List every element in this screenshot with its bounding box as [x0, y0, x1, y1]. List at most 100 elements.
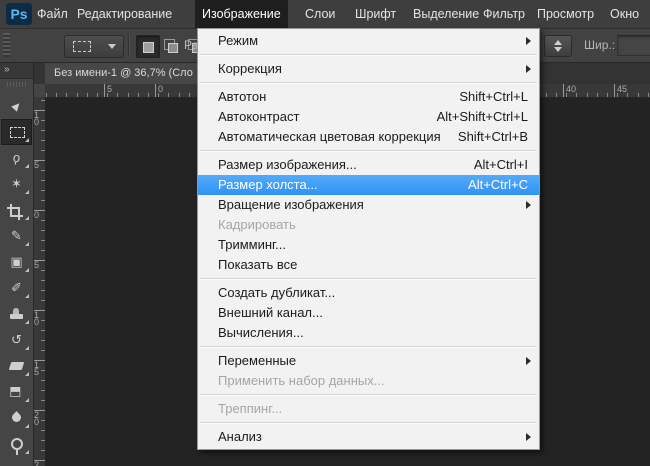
crop-icon — [7, 204, 23, 220]
move-tool[interactable]: ► — [1, 93, 32, 119]
ruler-tick — [137, 93, 139, 97]
menu-item-анализ[interactable]: Анализ — [198, 427, 539, 447]
menu-item-label: Автоконтраст — [218, 109, 300, 124]
ruler-tick — [41, 100, 45, 101]
menu-item-размер-изображения-[interactable]: Размер изображения... Alt+Ctrl+I — [198, 155, 539, 175]
ruler-major-tick — [155, 84, 156, 97]
ruler-tick — [586, 93, 588, 97]
ruler-tick — [41, 130, 45, 131]
menubar-item-изображение[interactable]: Изображение — [195, 0, 288, 28]
menu-item-label: Треппинг... — [218, 401, 283, 416]
new-selection-icon — [143, 42, 154, 53]
lasso-tool[interactable]: ϙ — [1, 145, 32, 171]
ruler-tick — [556, 93, 557, 97]
options-bar-grip[interactable] — [3, 33, 10, 57]
menu-item-вычисления-[interactable]: Вычисления... — [198, 323, 539, 343]
ruler-tick — [56, 93, 58, 97]
menu-item-автоконтраст[interactable]: Автоконтраст Alt+Shift+Ctrl+L — [198, 107, 539, 127]
menu-item-автоматическая-цветовая-коррекция[interactable]: Автоматическая цветовая коррекция Shift+C… — [198, 127, 539, 147]
vertical-ruler[interactable]: 1 0 5 0 5 1 0 1 5 2 0 2 5 — [33, 97, 46, 466]
menu-item-автотон[interactable]: Автотон Shift+Ctrl+L — [198, 87, 539, 107]
history-brush-icon: ↺ — [11, 332, 22, 347]
feather-spinner[interactable] — [544, 35, 572, 57]
ruler-tick — [41, 340, 45, 341]
paint-bucket-tool[interactable]: ◧ — [1, 379, 32, 405]
ruler-tick — [41, 400, 45, 401]
menubar-item-слои[interactable]: Слои — [298, 0, 342, 28]
menu-item-кадрировать: Кадрировать — [198, 215, 539, 235]
blur-tool[interactable] — [1, 405, 32, 431]
brush-tool[interactable]: ✐ — [1, 275, 32, 301]
ruler-tick — [41, 380, 45, 381]
photoshop-logo: Ps — [6, 3, 32, 25]
divider — [128, 34, 130, 57]
ruler-major-tick — [614, 84, 615, 97]
paint-bucket-icon: ◧ — [9, 385, 25, 399]
menu-item-размер-холста-[interactable]: Размер холста... Alt+Ctrl+C — [198, 175, 539, 195]
menu-shortcut: Alt+Ctrl+I — [473, 157, 528, 172]
ruler-tick — [41, 370, 45, 371]
ruler-label: 0 — [158, 84, 164, 94]
ruler-tick — [545, 93, 547, 97]
magic-wand-tool[interactable]: ✶ — [1, 171, 32, 197]
menu-item-режим[interactable]: Режим — [198, 31, 539, 51]
eraser-tool[interactable] — [1, 353, 32, 379]
width-input[interactable] — [617, 35, 650, 56]
menubar-item-выделение[interactable]: Выделение — [406, 0, 486, 28]
ruler-tick — [41, 320, 45, 321]
menu-shortcut: Shift+Ctrl+L — [459, 89, 528, 104]
ruler-tick — [41, 290, 45, 291]
ruler-major-tick — [563, 84, 564, 97]
eraser-icon — [8, 362, 25, 370]
panel-grip[interactable] — [7, 82, 26, 87]
menu-separator — [200, 82, 537, 84]
crop-tool[interactable] — [1, 197, 32, 223]
menubar-item-редактирование[interactable]: Редактирование — [70, 0, 179, 28]
submenu-arrow-icon — [526, 37, 531, 45]
rect-marquee-icon — [10, 127, 25, 138]
collapse-panel-button[interactable]: » — [0, 62, 33, 79]
menu-item-label: Анализ — [218, 429, 262, 444]
menu-item-показать-все[interactable]: Показать все — [198, 255, 539, 275]
eyedropper-icon: ✎ — [11, 228, 22, 243]
ruler-tick — [41, 170, 45, 171]
add-to-selection-button[interactable] — [160, 35, 182, 56]
menubar-item-фильтр[interactable]: Фильтр — [476, 0, 532, 28]
healing-brush-tool[interactable]: ▣ — [1, 249, 32, 275]
ruler-tick — [576, 93, 578, 97]
ruler-tick — [627, 93, 629, 97]
ruler-label: 1 5 — [34, 360, 40, 377]
ruler-tick — [41, 220, 45, 221]
menu-item-внешний-канал-[interactable]: Внешний канал... — [198, 303, 539, 323]
rect-marquee-tool[interactable] — [1, 119, 32, 145]
menubar-item-просмотр[interactable]: Просмотр — [530, 0, 601, 28]
menu-item-переменные[interactable]: Переменные — [198, 351, 539, 371]
menubar-item-шрифт[interactable]: Шрифт — [348, 0, 403, 28]
menu-item-коррекция[interactable]: Коррекция — [198, 59, 539, 79]
ruler-tick — [41, 230, 45, 231]
menubar-item-окно[interactable]: Окно — [603, 0, 646, 28]
menu-item-label: Создать дубликат... — [218, 285, 336, 300]
ruler-tick — [41, 450, 45, 451]
document-tab[interactable]: Без имени-1 @ 36,7% (Сло — [45, 62, 203, 84]
ruler-tick — [41, 390, 45, 391]
menu-item-label: Размер холста... — [218, 177, 318, 192]
brush-icon: ✐ — [11, 280, 22, 295]
menu-separator — [200, 346, 537, 348]
ruler-tick — [41, 250, 45, 251]
new-selection-button[interactable] — [136, 35, 160, 58]
ruler-tick — [41, 240, 45, 241]
history-brush-tool[interactable]: ↺ — [1, 327, 32, 353]
menu-item-тримминг-[interactable]: Тримминг... — [198, 235, 539, 255]
ruler-tick — [41, 270, 45, 271]
menu-separator — [200, 278, 537, 280]
eyedropper-tool[interactable]: ✎ — [1, 223, 32, 249]
ruler-tick — [41, 190, 45, 191]
menubar-item-файл[interactable]: Файл — [30, 0, 75, 28]
menu-item-вращение-изображения[interactable]: Вращение изображения — [198, 195, 539, 215]
clone-stamp-tool[interactable] — [1, 301, 32, 327]
menu-item-label: Тримминг... — [218, 237, 287, 252]
menu-item-создать-дубликат-[interactable]: Создать дубликат... — [198, 283, 539, 303]
dodge-tool[interactable] — [1, 431, 32, 457]
tool-preset-button[interactable] — [64, 35, 124, 58]
